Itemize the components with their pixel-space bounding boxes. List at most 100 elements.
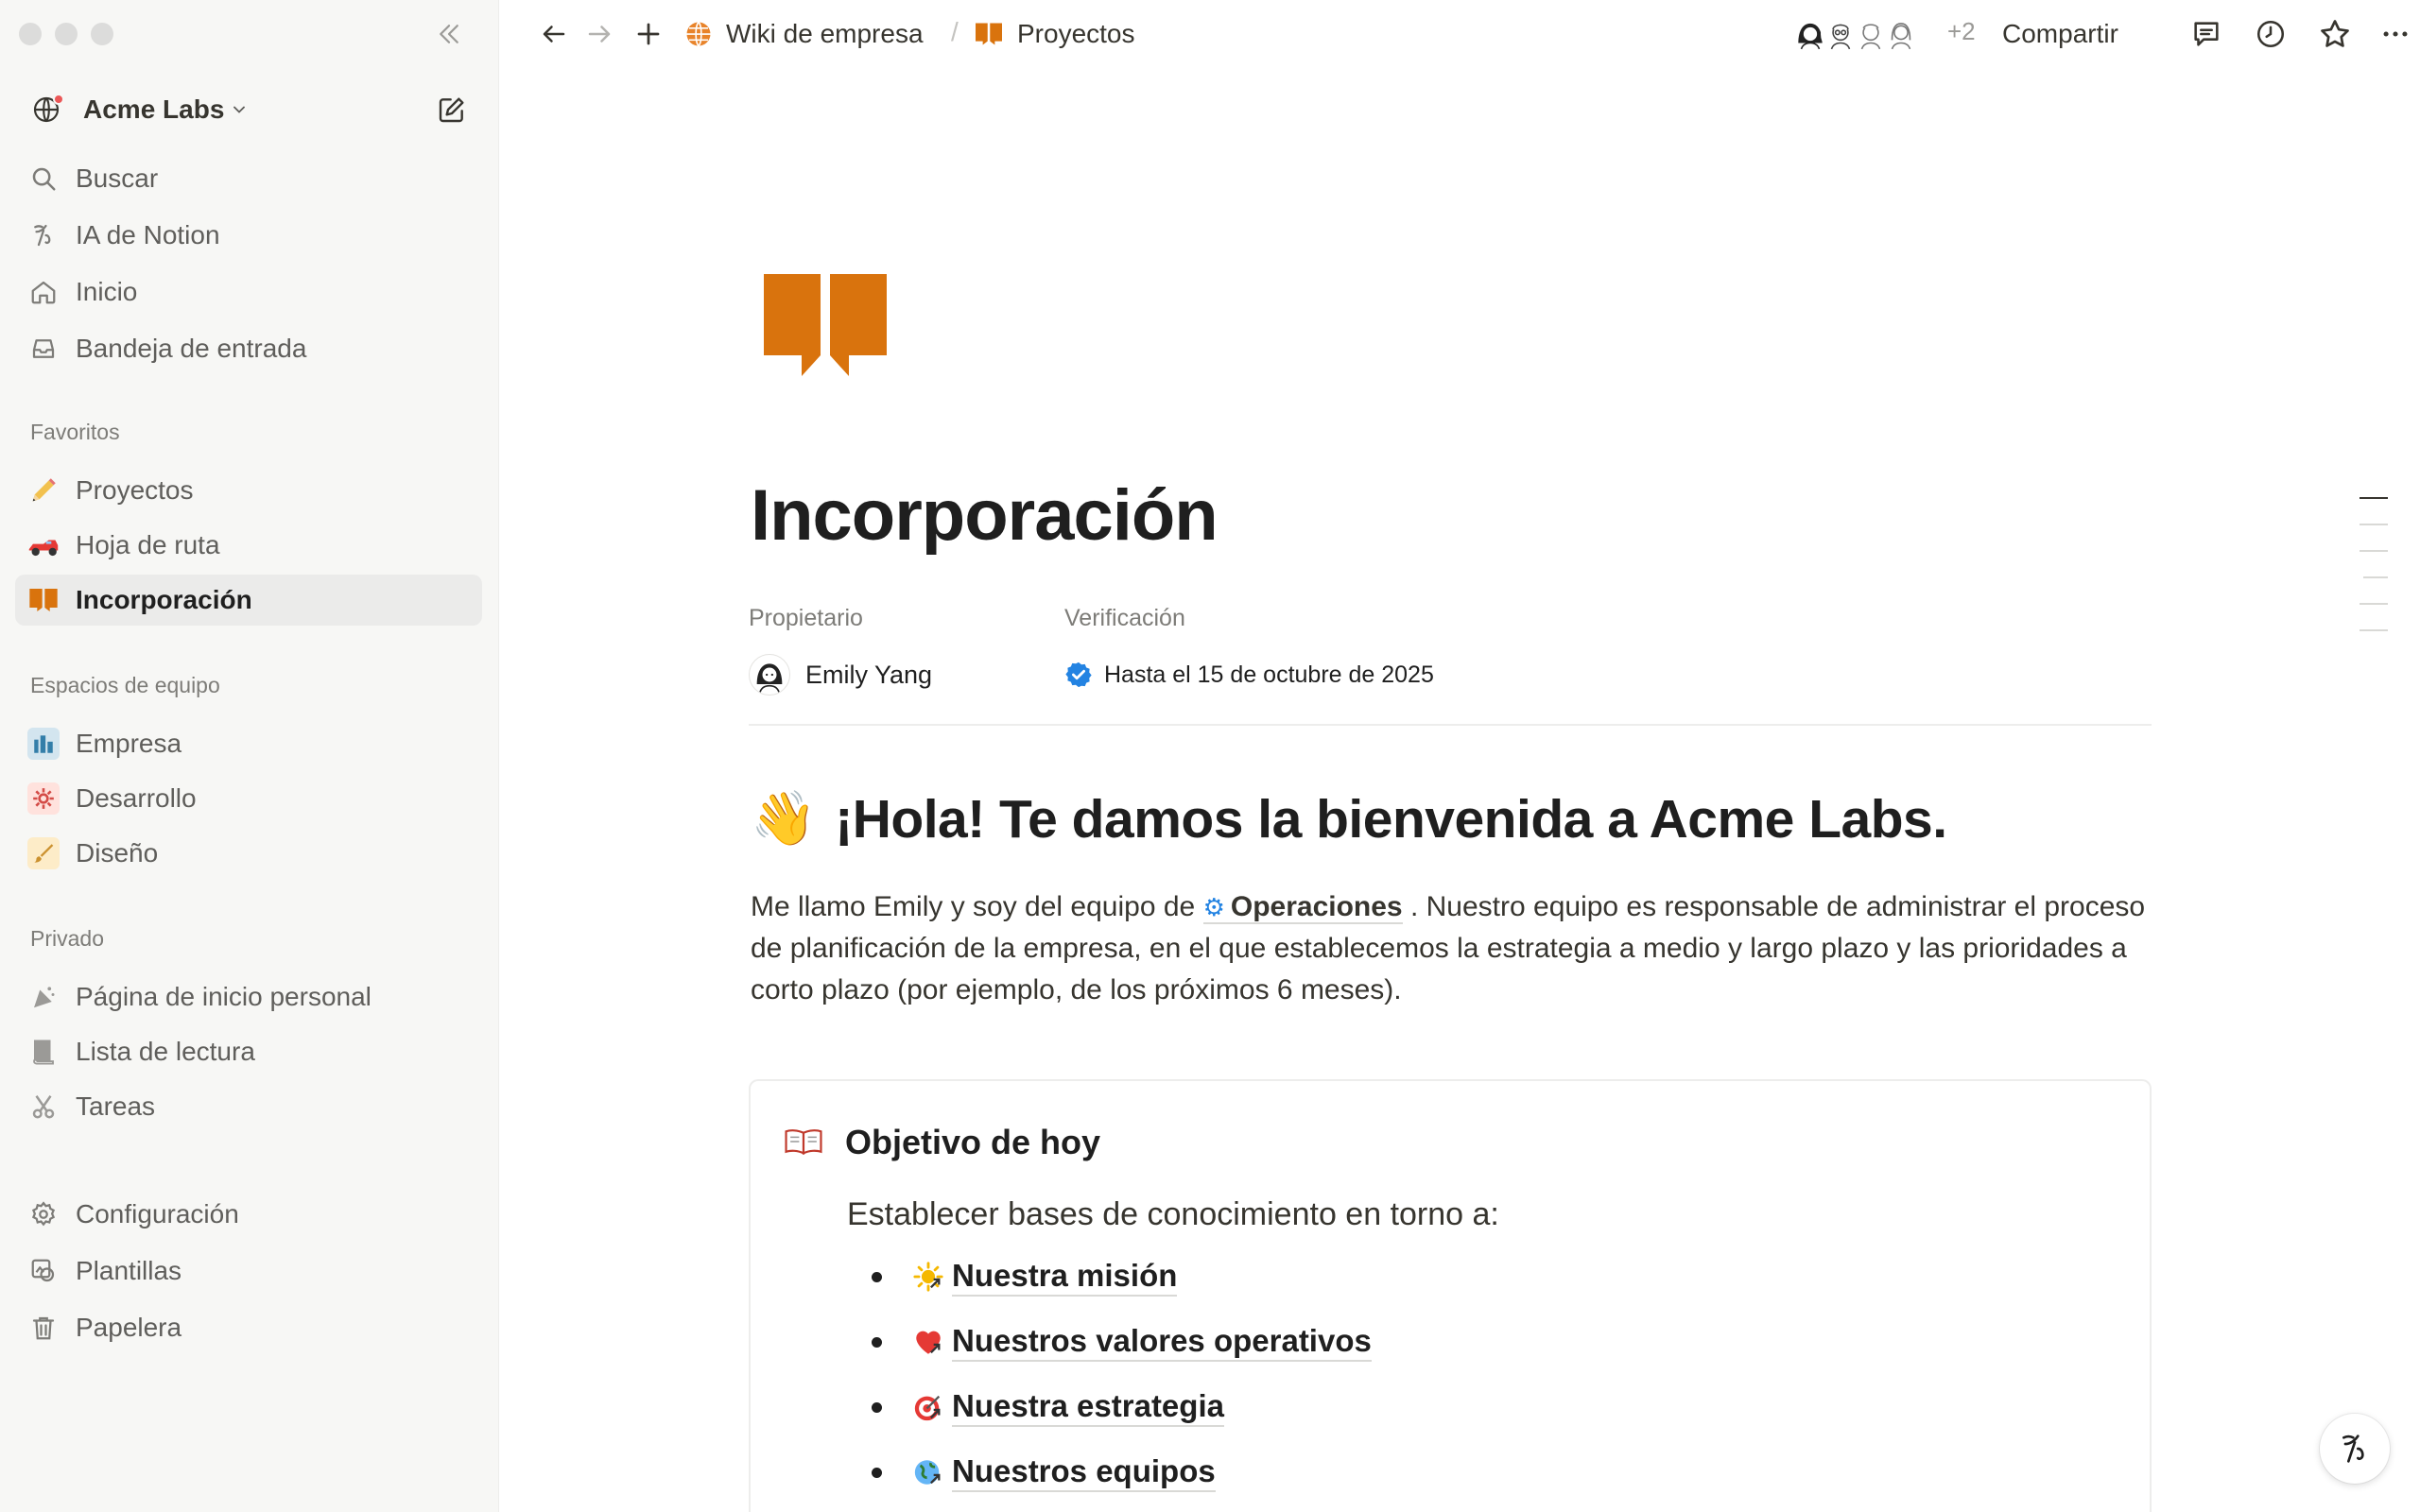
sidebar-item-desarrollo[interactable]: Desarrollo (15, 773, 482, 824)
welcome-heading[interactable]: 👋 ¡Hola! Te damos la bienvenida a Acme L… (751, 788, 1947, 850)
breadcrumb-proyectos[interactable]: Proyectos (974, 13, 1135, 55)
open-book-icon (785, 1126, 822, 1161)
sidebar-item-label: Proyectos (76, 475, 194, 505)
more-options-button[interactable] (2375, 13, 2416, 55)
notion-ai-button[interactable] (2320, 1414, 2390, 1484)
sidebar-item-label: Inicio (76, 277, 138, 306)
pencil-icon (15, 465, 68, 516)
sidebar-item-incorporacion[interactable]: Incorporación (15, 575, 482, 626)
sidebar-item-label: Papelera (76, 1313, 182, 1342)
clock-icon (2256, 20, 2285, 48)
forward-button[interactable] (579, 13, 620, 55)
workspace-switcher[interactable]: Acme Labs (30, 91, 249, 129)
collaborator-avatars[interactable] (1790, 13, 1921, 55)
chevron-down-icon (230, 100, 249, 119)
workspace-name: Acme Labs (83, 94, 225, 124)
book-icon (764, 274, 887, 376)
verification-date: Hasta el 15 de octubre de 2025 (1104, 661, 1434, 688)
plus-icon (637, 23, 660, 45)
list-item[interactable]: Nuestros valores operativos (872, 1320, 1372, 1364)
sidebar-item-proyectos[interactable]: Proyectos (15, 465, 482, 516)
breadcrumb-separator: / (951, 17, 959, 46)
extra-collaborators-count[interactable]: +2 (1947, 17, 1976, 46)
sidebar-item-label: Configuración (76, 1199, 239, 1228)
sidebar-item-label: Incorporación (76, 585, 252, 614)
list-item[interactable]: Nuestra estrategia (872, 1385, 1224, 1429)
intro-paragraph[interactable]: Me llamo Emily y soy del equipo de ⚙ Oper… (751, 886, 2150, 1011)
callout-objective[interactable]: Objetivo de hoy Establecer bases de cono… (749, 1079, 2152, 1512)
sidebar-item-label: Lista de lectura (76, 1037, 255, 1066)
sidebar-item-notion-ai[interactable]: IA de Notion (15, 210, 482, 261)
link-nuestros-valores-operativos[interactable]: Nuestros valores operativos (952, 1322, 1372, 1362)
favorite-button[interactable] (2314, 13, 2356, 55)
intro-text-before: Me llamo Emily y soy del equipo de (751, 891, 1203, 922)
sidebar-item-empresa[interactable]: Empresa (15, 718, 482, 769)
sidebar-item-configuracion[interactable]: Configuración (15, 1189, 482, 1240)
sidebar-item-label: Hoja de ruta (76, 530, 220, 559)
page-content: Incorporación Propietario Emily Yang Ver… (499, 68, 2420, 1512)
list-item[interactable]: Nuestra misión (872, 1255, 1178, 1298)
favorites-section-label[interactable]: Favoritos (30, 420, 120, 445)
back-button[interactable] (533, 13, 575, 55)
sidebar-item-label: Buscar (76, 163, 159, 193)
sidebar-item-tareas[interactable]: Tareas (15, 1081, 482, 1132)
teamspaces-section-label[interactable]: Espacios de equipo (30, 673, 220, 698)
page-title[interactable]: Incorporación (751, 474, 1219, 557)
private-section-label[interactable]: Privado (30, 926, 104, 952)
sidebar-item-home[interactable]: Inicio (15, 266, 482, 318)
comments-button[interactable] (2186, 13, 2227, 55)
welcome-heading-text: ¡Hola! Te damos la bienvenida a Acme Lab… (835, 789, 1947, 850)
sidebar-item-papelera[interactable]: Papelera (15, 1302, 482, 1353)
bullet-dot (872, 1467, 882, 1478)
sidebar-item-plantillas[interactable]: Plantillas (15, 1246, 482, 1297)
zoom-window-button[interactable] (91, 23, 113, 45)
sidebar-item-label: Diseño (76, 838, 159, 868)
callout-text: Establecer bases de conocimiento en torn… (847, 1196, 1499, 1232)
more-horizontal-icon (2383, 31, 2408, 37)
avatar (1881, 14, 1921, 54)
collapse-sidebar-button[interactable] (430, 15, 468, 53)
party-icon (15, 971, 68, 1022)
bullet-dot (872, 1336, 882, 1348)
new-tab-button[interactable] (628, 13, 669, 55)
minimize-window-button[interactable] (55, 23, 78, 45)
updates-button[interactable] (2250, 13, 2291, 55)
link-nuestra-mision[interactable]: Nuestra misión (952, 1257, 1178, 1297)
gear-icon (27, 782, 60, 815)
close-window-button[interactable] (19, 23, 42, 45)
topbar: Wiki de empresa / Proyectos +2 Compartir (499, 0, 2420, 68)
book-stack-icon (15, 1026, 68, 1077)
waving-hand-icon: 👋 (751, 788, 817, 850)
notification-dot (53, 94, 64, 105)
page-icon[interactable] (764, 274, 887, 381)
list-item[interactable]: Nuestros equipos (872, 1451, 1216, 1494)
sidebar-item-label: Bandeja de entrada (76, 334, 307, 363)
sidebar-item-search[interactable]: Buscar (15, 153, 482, 204)
property-owner-value[interactable]: Emily Yang (749, 654, 932, 696)
window-controls (19, 23, 113, 45)
property-verification-value[interactable]: Hasta el 15 de octubre de 2025 (1064, 654, 1434, 696)
templates-icon (15, 1246, 68, 1297)
globe-icon (684, 20, 713, 48)
sidebar: Acme Labs Buscar IA de Notion Inicio Ban… (0, 0, 499, 1512)
sidebar-item-inbox[interactable]: Bandeja de entrada (15, 323, 482, 374)
sidebar-item-pagina-de-inicio-personal[interactable]: Página de inicio personal (15, 971, 482, 1022)
breadcrumb-wiki[interactable]: Wiki de empresa (684, 13, 924, 55)
sidebar-item-hoja-de-ruta[interactable]: Hoja de ruta (15, 520, 482, 571)
sidebar-item-diseno[interactable]: Diseño (15, 828, 482, 879)
trash-icon (15, 1302, 68, 1353)
new-page-button[interactable] (433, 91, 471, 129)
link-nuestra-estrategia[interactable]: Nuestra estrategia (952, 1387, 1224, 1427)
share-button[interactable]: Compartir (2002, 13, 2118, 55)
table-of-contents-minimap[interactable] (2360, 497, 2388, 656)
property-owner-label[interactable]: Propietario (749, 605, 863, 632)
link-nuestros-equipos[interactable]: Nuestros equipos (952, 1452, 1216, 1492)
property-verification-label[interactable]: Verificación (1064, 605, 1185, 632)
breadcrumb-label: Proyectos (1017, 19, 1135, 48)
sidebar-item-lista-de-lectura[interactable]: Lista de lectura (15, 1026, 482, 1077)
page-mention-operaciones[interactable]: ⚙ Operaciones (1202, 891, 1403, 924)
notion-ai-icon (2342, 1435, 2364, 1463)
settings-icon (15, 1189, 68, 1240)
race-car-icon (15, 520, 68, 571)
city-icon (27, 728, 60, 760)
